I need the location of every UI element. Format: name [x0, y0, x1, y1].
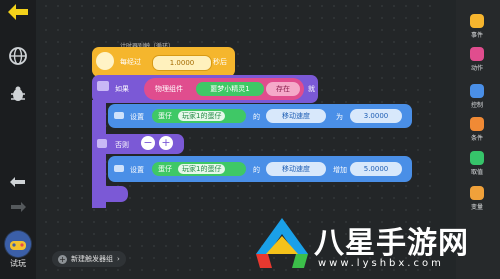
variable-icon [470, 186, 484, 200]
new-trigger-group-button[interactable]: + 新建触发器组 › [52, 251, 126, 267]
control-icon [470, 84, 484, 98]
if-block-footer [92, 186, 128, 202]
category-label: 事件 [470, 32, 483, 39]
add-circle-icon: + [58, 254, 67, 264]
exists-label: 存在 [276, 85, 290, 93]
watermark-logo: 八星手游网 www.lyshbx.com [252, 210, 500, 279]
set-icon [114, 165, 124, 172]
move-speed-label: 移动速度 [282, 112, 310, 120]
globe-icon[interactable] [6, 44, 30, 68]
player-egg-selector[interactable]: 蛋仔 玩家1的蛋仔 [152, 162, 246, 176]
category-control[interactable]: 控制 [460, 84, 494, 109]
category-value[interactable]: 取值 [460, 151, 494, 176]
undo-icon[interactable] [6, 171, 30, 195]
category-label: 条件 [470, 135, 483, 142]
set-icon [114, 112, 124, 119]
event-icon [470, 14, 484, 28]
category-event[interactable]: 事件 [460, 14, 494, 39]
category-action[interactable]: 动作 [460, 47, 494, 72]
of-label: 的 [253, 113, 260, 121]
sprite-name: 噩梦小精灵1 [210, 85, 250, 93]
else-label: 否则 [115, 141, 129, 149]
set-label: 设置 [130, 166, 144, 174]
speed-value-input-1[interactable]: 3.0000 [350, 109, 402, 123]
if-icon [97, 81, 109, 91]
action-icon [470, 47, 484, 61]
debug-bug-icon[interactable] [6, 82, 30, 106]
seconds-label: 秒后 [213, 58, 227, 66]
speed-value-input-2[interactable]: 5.0000 [350, 162, 402, 176]
egg-label: 蛋仔 [158, 112, 172, 120]
physics-component-label: 物理组件 [155, 85, 183, 93]
move-speed-selector[interactable]: 移动速度 [266, 162, 326, 176]
add-branch-button[interactable]: + [159, 136, 173, 150]
player-egg-selector[interactable]: 蛋仔 玩家1的蛋仔 [152, 109, 246, 123]
chevron-right-icon: › [117, 255, 120, 263]
to-label: 为 [336, 113, 343, 121]
category-label: 动作 [470, 65, 483, 72]
back-arrow-icon[interactable] [6, 3, 30, 21]
then-label: 就 [308, 85, 315, 93]
every-label: 每经过 [120, 58, 141, 66]
move-speed-label: 移动速度 [282, 165, 310, 173]
redo-icon[interactable] [6, 196, 30, 220]
watermark-house-icon [256, 218, 308, 268]
try-run-button[interactable] [4, 230, 32, 258]
remove-branch-button[interactable]: − [141, 136, 155, 150]
category-label: 取值 [470, 169, 483, 176]
gamepad-icon [5, 231, 31, 257]
set-label: 设置 [130, 113, 144, 121]
player-egg-name: 玩家1的蛋仔 [178, 164, 226, 174]
else-icon [97, 139, 107, 148]
move-speed-selector[interactable]: 移动速度 [266, 109, 326, 123]
player-egg-name: 玩家1的蛋仔 [178, 111, 226, 121]
new-trigger-group-label: 新建触发器组 [71, 255, 113, 263]
left-toolbar: 试玩 [0, 0, 36, 279]
if-label: 如果 [115, 85, 129, 93]
watermark-url: www.lyshbx.com [318, 258, 444, 269]
exists-selector[interactable]: 存在 [266, 82, 300, 96]
interval-input[interactable]: 1.0000 [152, 55, 212, 71]
egg-label: 蛋仔 [158, 165, 172, 173]
category-variable[interactable]: 变量 [460, 186, 494, 211]
of-label: 的 [253, 166, 260, 174]
sprite-selector[interactable]: 噩梦小精灵1 [196, 82, 264, 96]
increase-label: 增加 [333, 166, 347, 174]
value-icon [470, 151, 484, 165]
watermark-brand: 八星手游网 [314, 226, 469, 261]
alarm-clock-icon [96, 52, 114, 70]
condition-icon [470, 117, 484, 131]
category-label: 控制 [470, 102, 483, 109]
try-run-label: 试玩 [10, 259, 26, 268]
category-condition[interactable]: 条件 [460, 117, 494, 142]
